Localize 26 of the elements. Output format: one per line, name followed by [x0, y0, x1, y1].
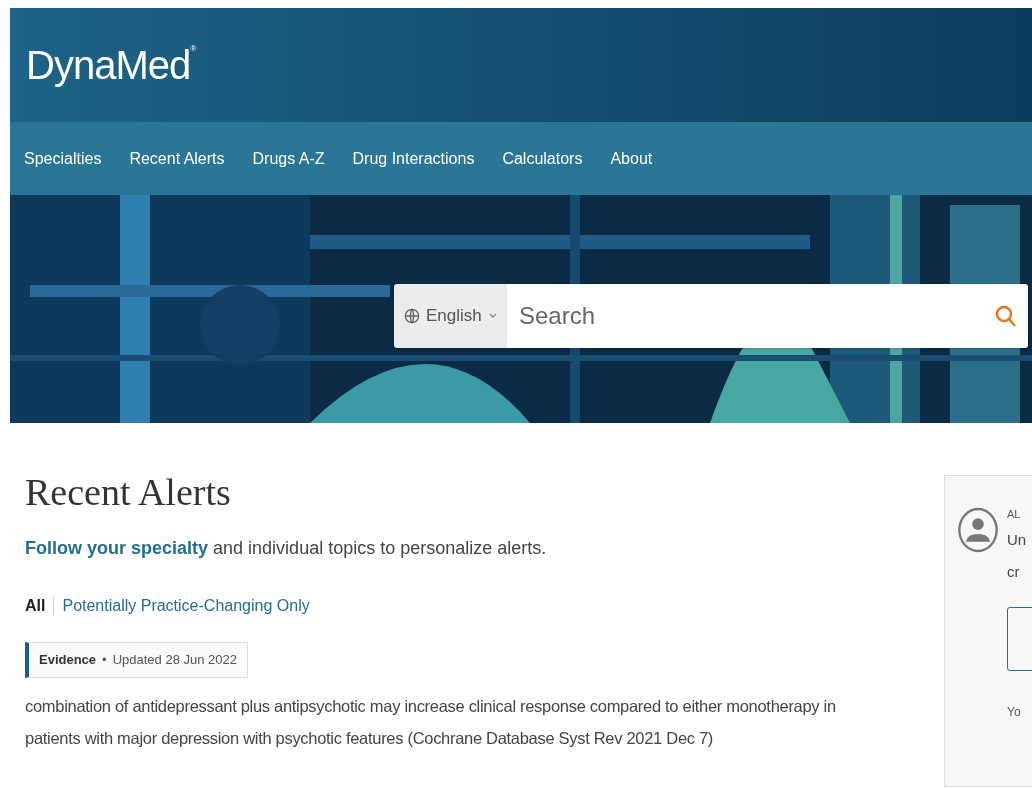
avatar-icon — [957, 506, 999, 554]
nav-link[interactable]: Drugs A-Z — [252, 146, 325, 171]
alert-summary[interactable]: combination of antidepressant plus antipsychotic may increase clinical response compared to either monotherapy in — [25, 690, 944, 722]
card-heading: AL — [1007, 507, 1022, 522]
nav-link[interactable]: Calculators — [502, 146, 583, 171]
search-field[interactable]: Search — [507, 284, 1028, 348]
card-text: Un — [1007, 529, 1028, 550]
card-footer: Yo — [1007, 702, 1032, 721]
search-icon[interactable] — [994, 304, 1018, 328]
intro-text: and individual topics to personalize alerts. — [212, 538, 547, 558]
follow-specialty-link[interactable]: Follow your specialty — [25, 538, 209, 558]
page-title: Recent Alerts — [25, 473, 232, 511]
alert-summary[interactable]: patients with major depression with psychotic features (Cochrane Database Syst Rev 2021 Dec 7) — [25, 722, 944, 754]
alert-tag: Evidence • Updated 28 Jun 2022 — [25, 642, 248, 678]
filter-link[interactable]: Potentially Practice-Changing Only — [62, 594, 310, 618]
language-select[interactable]: English — [394, 284, 507, 348]
filter-link[interactable]: All — [25, 594, 46, 618]
logo[interactable]: DynaMed — [26, 35, 191, 95]
nav-link[interactable]: Drug Interactions — [352, 146, 475, 171]
globe-icon — [404, 308, 420, 324]
registered-mark: ® — [190, 43, 197, 53]
nav-link[interactable]: Recent Alerts — [129, 146, 225, 171]
separator-dot: • — [102, 651, 107, 670]
nav-link[interactable]: Specialties — [24, 146, 102, 171]
card-text: cr — [1007, 561, 1021, 582]
nav-link[interactable]: About — [610, 146, 653, 171]
